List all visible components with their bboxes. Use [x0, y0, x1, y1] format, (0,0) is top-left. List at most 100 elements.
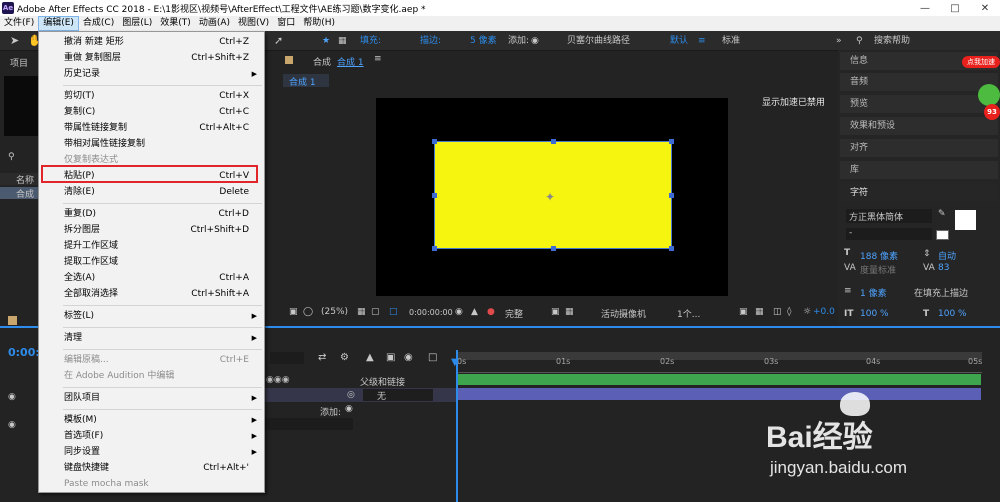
show-snapshot-icon[interactable]: ▲ — [471, 307, 478, 317]
menu-file[interactable]: 文件(F) — [0, 16, 38, 31]
font-size-value[interactable]: 188 像素 — [860, 249, 898, 262]
menu-item-history[interactable]: 历史记录 ▶ — [39, 66, 264, 82]
menu-item-preferences[interactable]: 首选项(F) ▶ — [39, 428, 264, 444]
stroke-mode-dropdown[interactable]: 在填充上描边 — [914, 286, 968, 299]
menu-item-undo[interactable]: 撤消 新建 矩形 Ctrl+Z — [39, 34, 264, 50]
grid-icon[interactable]: ▦ — [357, 307, 366, 317]
menu-item-select-all[interactable]: 全选(A) Ctrl+A — [39, 270, 264, 286]
camera-dropdown[interactable]: 活动摄像机 — [601, 307, 646, 320]
menu-item-clear[interactable]: 清除(E) Delete — [39, 184, 264, 200]
flowchart-icon[interactable]: ◊ — [787, 307, 791, 317]
maximize-icon[interactable]: □ — [940, 0, 970, 16]
menu-help[interactable]: 帮助(H) — [299, 16, 339, 31]
region-icon[interactable]: ▢ — [371, 307, 380, 317]
fill-color-chip[interactable] — [955, 210, 976, 230]
color-channel-icon[interactable]: ● — [487, 307, 495, 317]
motion-blur-icon[interactable]: ◉ — [404, 352, 413, 363]
transform-handle[interactable] — [669, 193, 674, 198]
menu-edit[interactable]: 编辑(E) — [38, 16, 79, 31]
transform-handle[interactable] — [669, 246, 674, 251]
menu-composition[interactable]: 合成(C) — [79, 16, 118, 31]
workspace-overflow-icon[interactable]: » — [836, 34, 842, 48]
fast-preview-icon[interactable]: ▦ — [755, 307, 764, 317]
kerning-value[interactable]: 度量标准 — [860, 263, 896, 276]
transform-handle[interactable] — [669, 139, 674, 144]
horizontal-scale-value[interactable]: 100 % — [938, 309, 967, 319]
view-icon[interactable]: ◯ — [303, 307, 313, 317]
timeline-search-field[interactable] — [270, 352, 304, 364]
menu-item-sync-settings[interactable]: 同步设置 ▶ — [39, 444, 264, 460]
current-time-indicator[interactable] — [456, 350, 458, 502]
menu-window[interactable]: 窗口 — [273, 16, 299, 31]
assistant-mascot-icon[interactable] — [978, 84, 1000, 106]
quality-dropdown[interactable]: 完整 — [505, 307, 523, 320]
grid-snap-icon[interactable]: ▦ — [338, 34, 347, 48]
stroke-width-char-value[interactable]: 1 像素 — [860, 286, 887, 299]
comp-sub-tab[interactable]: 合成 1 — [283, 74, 329, 88]
panel-effects-presets[interactable]: 效果和预设 — [840, 117, 998, 135]
transform-handle[interactable] — [551, 246, 556, 251]
menu-item-duplicate[interactable]: 重复(D) Ctrl+D — [39, 206, 264, 222]
playhead-icon[interactable]: ▼ — [451, 357, 459, 368]
menu-item-lift-work-area[interactable]: 提升工作区域 — [39, 238, 264, 254]
font-style-dropdown[interactable]: - — [846, 228, 932, 240]
draft-3d-icon[interactable]: ⚙ — [340, 352, 349, 363]
menu-item-copy-relative-links[interactable]: 带相对属性链接复制 — [39, 136, 264, 152]
project-item-row[interactable]: 合成 — [0, 187, 38, 200]
parent-dropdown[interactable] — [363, 389, 433, 401]
menu-item-label[interactable]: 标签(L) ▶ — [39, 308, 264, 324]
menu-item-keyboard-shortcuts[interactable]: 键盘快捷键 Ctrl+Alt+' — [39, 460, 264, 476]
project-tab[interactable]: 项目 — [10, 56, 28, 69]
layer-duration-bar-top[interactable] — [457, 374, 981, 385]
speed-up-badge[interactable]: 点我加速 — [962, 56, 1000, 68]
hide-shy-icon[interactable]: ▲ — [366, 352, 374, 363]
add-dropdown-icon[interactable]: ◉ — [531, 34, 539, 48]
fill-label[interactable]: 填充: — [360, 34, 381, 48]
font-family-dropdown[interactable]: 方正黑体简体 — [846, 209, 932, 223]
work-area-bar[interactable] — [457, 352, 982, 360]
snapshot-icon[interactable]: ◉ — [455, 307, 463, 317]
exposure-icon[interactable]: ☼ — [803, 307, 811, 317]
panel-preview[interactable]: 预览 — [840, 95, 998, 113]
selection-tool-icon[interactable]: ➤ — [10, 34, 19, 48]
leading-value[interactable]: 自动 — [938, 249, 956, 262]
frame-blending-icon[interactable]: ▣ — [386, 352, 395, 363]
menu-item-extract-work-area[interactable]: 提取工作区域 — [39, 254, 264, 270]
workspace-standard[interactable]: 标准 — [722, 34, 740, 48]
current-timecode[interactable]: 0:00:00:00 — [409, 308, 453, 317]
roi-icon[interactable]: ▣ — [551, 307, 560, 317]
project-search-icon[interactable]: ⚲ — [8, 152, 15, 162]
stroke-label[interactable]: 描边: — [420, 34, 441, 48]
transform-handle[interactable] — [432, 139, 437, 144]
menu-view[interactable]: 视图(V) — [234, 16, 273, 31]
stroke-width-value[interactable]: 5 像素 — [470, 34, 497, 48]
menu-item-redo[interactable]: 重做 复制图层 Ctrl+Shift+Z — [39, 50, 264, 66]
swap-color-chip[interactable] — [936, 230, 949, 240]
workspace-menu-icon[interactable]: ≡ — [698, 34, 706, 48]
timeline-timecode[interactable]: 0:00: — [8, 346, 40, 359]
eyedropper-icon[interactable]: ✎ — [938, 209, 946, 219]
mask-visibility-icon[interactable]: □ — [389, 307, 398, 317]
panel-audio[interactable]: 音频 — [840, 73, 998, 91]
layer-switches-icons[interactable]: ◉◉◉ — [266, 375, 290, 385]
pin-tool-icon[interactable]: ➚ — [274, 34, 283, 48]
minimize-icon[interactable]: — — [910, 0, 940, 16]
menu-item-copy-with-property-links[interactable]: 带属性链接复制 Ctrl+Alt+C — [39, 120, 264, 136]
menu-item-copy[interactable]: 复制(C) Ctrl+C — [39, 104, 264, 120]
always-preview-icon[interactable]: ▣ — [289, 307, 298, 317]
star-icon[interactable]: ★ — [322, 34, 330, 48]
close-icon[interactable]: ✕ — [970, 0, 1000, 16]
add-property-icon[interactable]: ◉ — [345, 404, 353, 414]
menu-item-split-layer[interactable]: 拆分图层 Ctrl+Shift+D — [39, 222, 264, 238]
anchor-point-icon[interactable]: ✦ — [545, 190, 555, 204]
zoom-dropdown[interactable]: (25%) — [321, 307, 348, 317]
layer-visibility-icon[interactable]: ◉ — [8, 392, 16, 402]
transform-handle[interactable] — [432, 193, 437, 198]
timeline-toggle-icon[interactable]: ◫ — [773, 307, 782, 317]
menu-item-cut[interactable]: 剪切(T) Ctrl+X — [39, 88, 264, 104]
views-dropdown[interactable]: 1个... — [677, 307, 700, 320]
menu-layer[interactable]: 图层(L) — [118, 16, 156, 31]
panel-character-title[interactable]: 字符 — [840, 184, 998, 202]
transform-handle[interactable] — [551, 139, 556, 144]
comp-menu-icon[interactable]: ≡ — [374, 54, 382, 64]
